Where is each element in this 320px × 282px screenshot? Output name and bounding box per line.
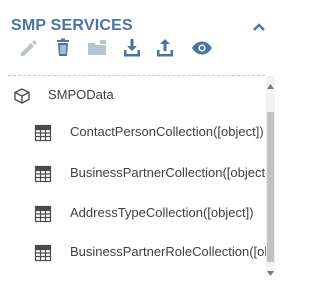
edit-icon[interactable] xyxy=(18,36,42,60)
tree-item[interactable]: BusinessPartnerCollection([object xyxy=(0,158,266,188)
tree-item-label: BusinessPartnerCollection([object xyxy=(70,165,266,180)
panel-title: SMP SERVICES xyxy=(11,17,133,34)
upload-icon[interactable] xyxy=(153,36,177,60)
scrollbar-thumb[interactable] xyxy=(267,112,274,262)
folder-icon[interactable] xyxy=(85,36,109,60)
delete-icon[interactable] xyxy=(51,36,75,60)
tree-item-label: BusinessPartnerRoleCollection([ol xyxy=(70,244,266,259)
cube-icon xyxy=(13,87,31,105)
service-tree: SMPOData ContactPersonCollection([object… xyxy=(0,76,266,274)
chevron-up-icon[interactable] xyxy=(253,19,265,31)
vertical-scrollbar[interactable] xyxy=(266,76,275,276)
table-icon xyxy=(34,205,52,223)
smp-services-panel: SMP SERVICES SMPOData ContactPersonColle… xyxy=(0,0,275,276)
table-icon xyxy=(34,244,52,262)
tree-item-label: ContactPersonCollection([object]) xyxy=(70,124,264,139)
scroll-up-arrow-icon[interactable] xyxy=(267,78,274,89)
tree-root-smpodata[interactable]: SMPOData xyxy=(0,80,266,110)
tree-root-label: SMPOData xyxy=(48,87,114,102)
tree-item[interactable]: ContactPersonCollection([object]) xyxy=(0,117,266,147)
tree-item-label: AddressTypeCollection([object]) xyxy=(70,205,254,220)
table-icon xyxy=(34,124,52,142)
panel-header: SMP SERVICES xyxy=(0,0,275,76)
table-icon xyxy=(34,165,52,183)
download-icon[interactable] xyxy=(120,36,144,60)
tree-item[interactable]: AddressTypeCollection([object]) xyxy=(0,198,266,228)
view-icon[interactable] xyxy=(190,36,214,60)
scroll-down-arrow-icon[interactable] xyxy=(267,264,274,276)
toolbar xyxy=(0,36,230,60)
tree-item[interactable]: BusinessPartnerRoleCollection([ol xyxy=(0,237,266,267)
